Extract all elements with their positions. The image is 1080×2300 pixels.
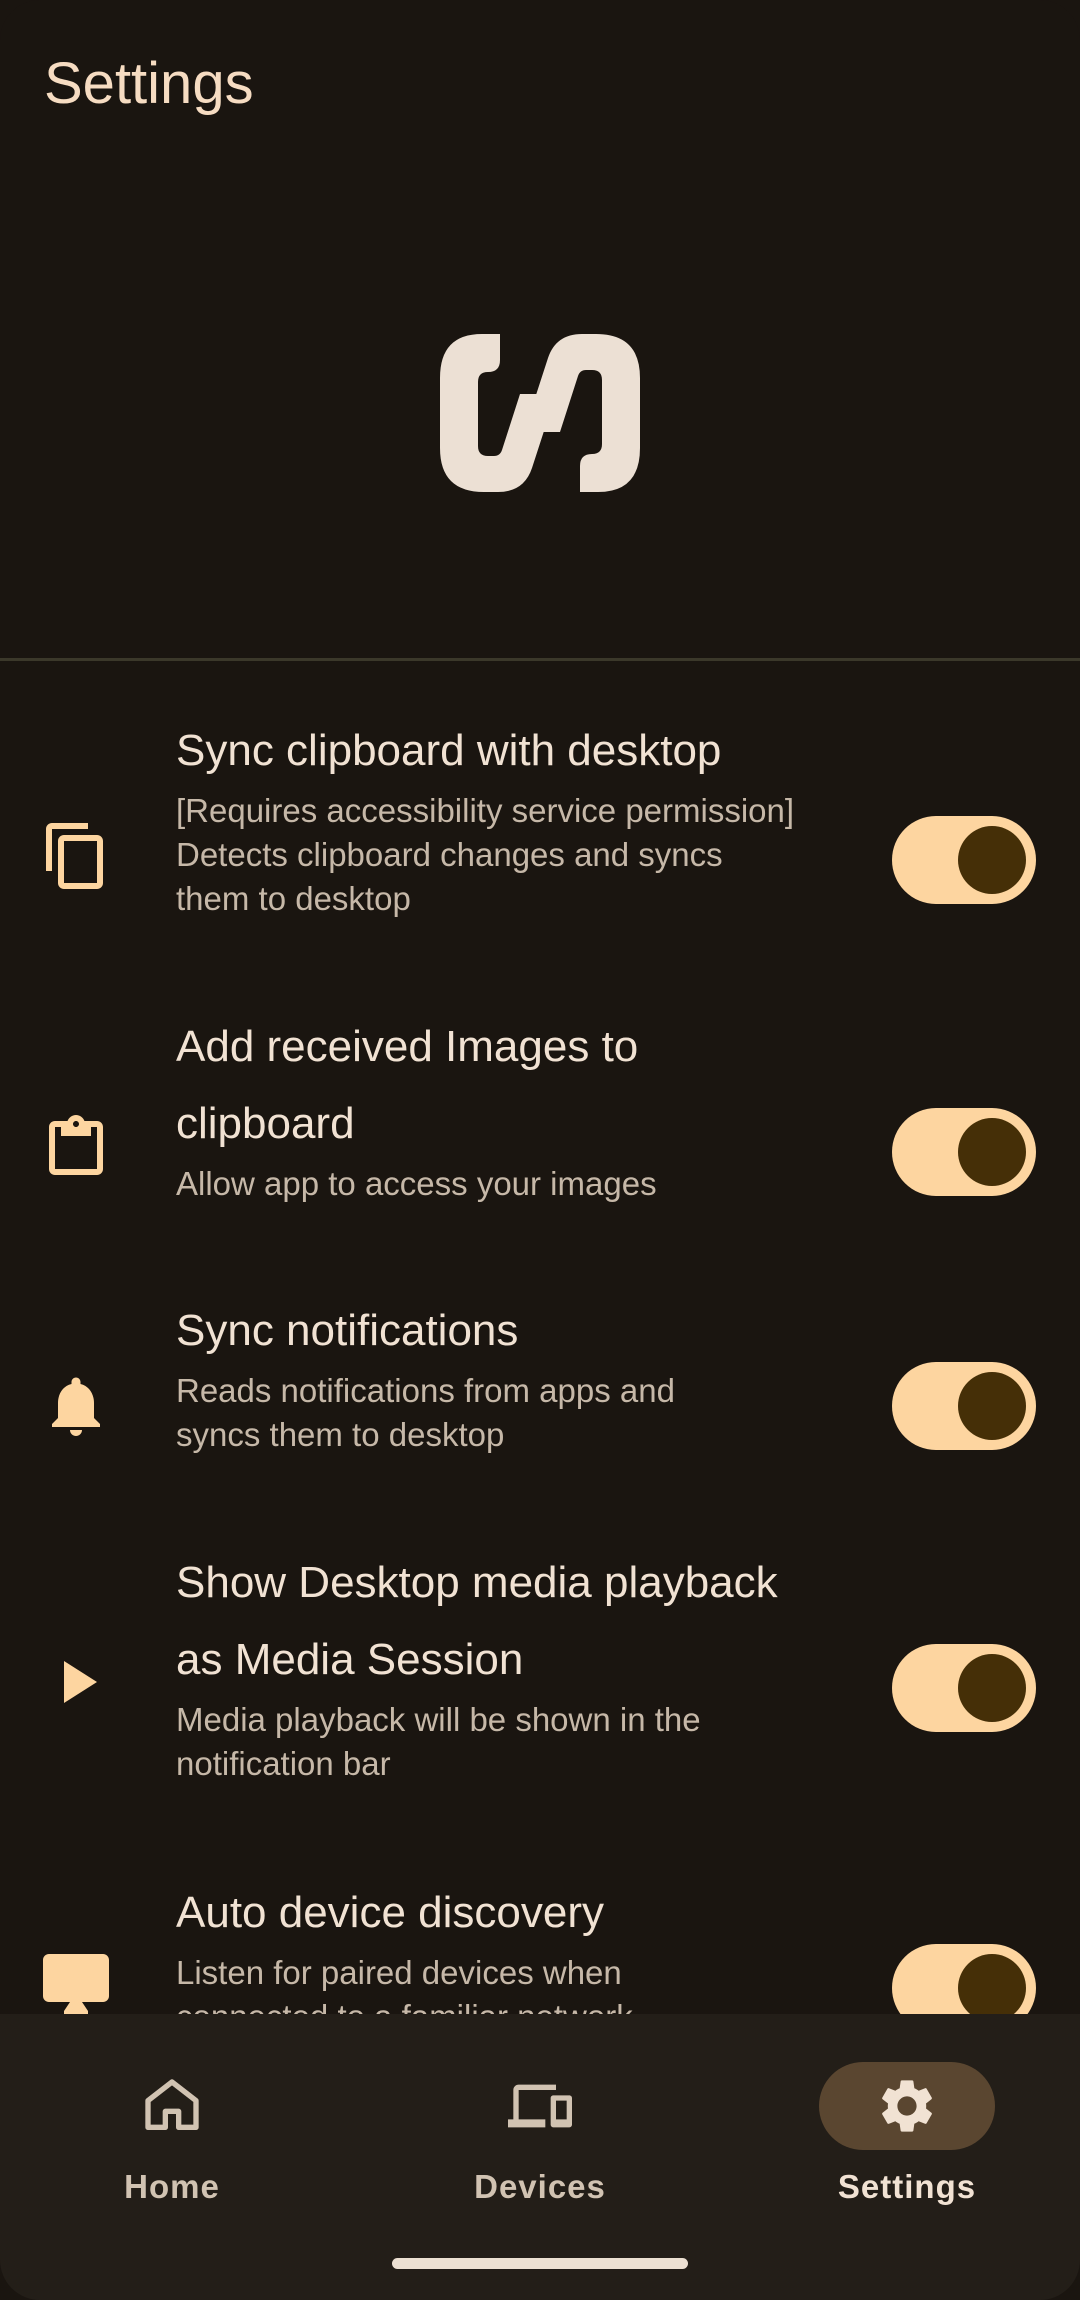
toggle-knob [958,826,1026,894]
toggle-knob [958,1372,1026,1440]
setting-add-images[interactable]: Add received Images to clipboard Allow a… [0,1008,1080,1208]
setting-title: Show Desktop media playback as Media Ses… [176,1558,778,1684]
setting-sync-clipboard[interactable]: Sync clipboard with desktop [Requires ac… [0,712,1080,952]
bell-icon [52,1377,100,1436]
setting-title: Sync clipboard with desktop [176,726,722,775]
nav-settings[interactable]: Settings [757,2046,1057,2205]
home-icon [145,2079,199,2130]
monitor-icon [43,1954,109,2014]
nav-label: Home [124,2168,220,2205]
gear-icon [882,2080,932,2132]
settings-screen: Settings Sync clipboard with desktop [Re… [0,0,1080,2300]
auto-discovery-toggle[interactable] [892,1944,1036,2014]
header-divider [0,658,1080,661]
clipboard-icon [49,1115,103,1175]
setting-title: Sync notifications [176,1306,519,1355]
setting-title: Add received Images to clipboard [176,1022,639,1148]
setting-description: Media playback will be shown in the noti… [176,1701,701,1782]
setting-description: Reads notifications from apps and syncs … [176,1372,675,1453]
setting-auto-discovery[interactable]: Auto device discovery Listen for paired … [0,1874,1080,2014]
setting-title: Auto device discovery [176,1888,604,1937]
nav-label: Settings [837,2168,977,2205]
setting-sync-notifications[interactable]: Sync notifications Reads notifications f… [0,1292,1080,1472]
nav-home[interactable]: Home [22,2046,322,2205]
setting-description: Allow app to access your images [176,1165,657,1202]
nav-label: Devices [474,2168,606,2205]
setting-media-session[interactable]: Show Desktop media playback as Media Ses… [0,1544,1080,1794]
toggle-knob [958,1954,1026,2014]
toggle-knob [958,1654,1026,1722]
media-session-toggle[interactable] [892,1644,1036,1732]
add-images-toggle[interactable] [892,1108,1036,1196]
settings-list[interactable]: Sync clipboard with desktop [Requires ac… [0,662,1080,2014]
devices-icon [508,2084,572,2128]
setting-description: [Requires accessibility service permissi… [176,792,795,917]
copy-icon [46,823,103,889]
setting-description: Listen for paired devices when connected… [176,1954,633,2014]
gesture-home-bar[interactable] [392,2258,688,2269]
app-logo [440,334,640,492]
page-title: Settings [44,51,254,116]
sync-notifications-toggle[interactable] [892,1362,1036,1450]
toggle-knob [958,1118,1026,1186]
play-icon [64,1661,97,1703]
sync-clipboard-toggle[interactable] [892,816,1036,904]
nav-devices[interactable]: Devices [390,2046,690,2205]
